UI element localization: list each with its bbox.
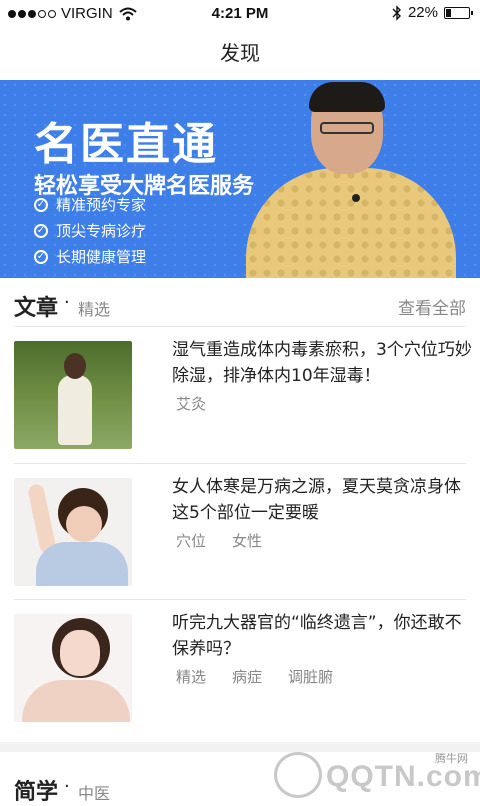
section-title: 文章 <box>14 296 59 321</box>
banner-feature: ✓ 精准预约专家 <box>34 194 146 215</box>
doctor-photo <box>236 80 480 278</box>
article-title: 听完九大器官的“临终遗言”，你还敢不保养吗？ <box>172 613 462 659</box>
article-thumbnail <box>14 478 132 586</box>
section-subtitle: 精选 <box>78 300 111 319</box>
section-subtitle: 中医 <box>78 784 111 803</box>
article-item[interactable]: 女人体寒是万病之源，夏天莫贪凉身体这5个部位一定要暖 穴位 女性 <box>0 464 480 600</box>
article-title: 女人体寒是万病之源，夏天莫贪凉身体这5个部位一定要暖 <box>172 477 461 523</box>
battery-icon <box>444 6 473 19</box>
article-item[interactable]: 湿气重造成体内毒素瘀积，3个穴位巧妙除湿，排净体内10年湿毒！ 艾灸 <box>0 327 480 463</box>
article-tags: 穴位 女性 <box>176 530 262 551</box>
nav-bar: 发现 <box>0 28 480 78</box>
banner-feature-label: 顶尖专病诊疗 <box>56 222 147 240</box>
article-tag[interactable]: 病症 <box>232 666 262 687</box>
section-title: 简学 <box>14 780 59 805</box>
article-tags: 精选 病症 调脏腑 <box>176 666 333 687</box>
article-tags: 艾灸 <box>176 393 206 414</box>
watermark: QQTN.com 腾牛网 <box>274 752 480 798</box>
battery-percent: 22% <box>407 4 438 21</box>
separator-dot: · <box>64 776 70 797</box>
banner-feature: ✓ 长期健康管理 <box>34 246 146 267</box>
banner-feature-label: 精准预约专家 <box>56 196 147 214</box>
articles-section-header: 文章 · 精选 查看全部 <box>14 286 466 322</box>
banner-feature-label: 长期健康管理 <box>56 248 147 266</box>
check-circle-icon: ✓ <box>34 197 48 212</box>
article-tag[interactable]: 调脏腑 <box>288 666 333 687</box>
article-item[interactable]: 听完九大器官的“临终遗言”，你还敢不保养吗？ 精选 病症 调脏腑 <box>0 600 480 736</box>
check-circle-icon: ✓ <box>34 249 48 264</box>
banner-title: 名医直通 <box>34 119 218 170</box>
article-tag[interactable]: 精选 <box>176 666 206 687</box>
section-gap <box>0 742 480 752</box>
article-tag[interactable]: 艾灸 <box>176 393 206 414</box>
article-thumbnail <box>14 341 132 449</box>
status-right: 22% <box>392 4 473 21</box>
check-circle-icon: ✓ <box>34 223 48 238</box>
bluetooth-icon <box>392 4 401 21</box>
article-thumbnail <box>14 614 132 722</box>
watermark-logo-icon <box>274 752 322 798</box>
promo-banner[interactable]: 名医直通 轻松享受大牌名医服务 ✓ 精准预约专家 ✓ 顶尖专病诊疗 ✓ 长期健康… <box>0 80 480 278</box>
separator-dot: · <box>64 292 70 313</box>
status-bar: VIRGIN 4:21 PM 22% <box>0 0 480 28</box>
page-title: 发现 <box>220 41 260 65</box>
view-all-link[interactable]: 查看全部 <box>398 294 466 319</box>
banner-feature: ✓ 顶尖专病诊疗 <box>34 220 146 241</box>
watermark-small-text: 腾牛网 <box>435 752 468 765</box>
article-tag[interactable]: 穴位 <box>176 530 206 551</box>
article-tag[interactable]: 女性 <box>232 530 262 551</box>
article-title: 湿气重造成体内毒素瘀积，3个穴位巧妙除湿，排净体内10年湿毒！ <box>172 340 472 386</box>
